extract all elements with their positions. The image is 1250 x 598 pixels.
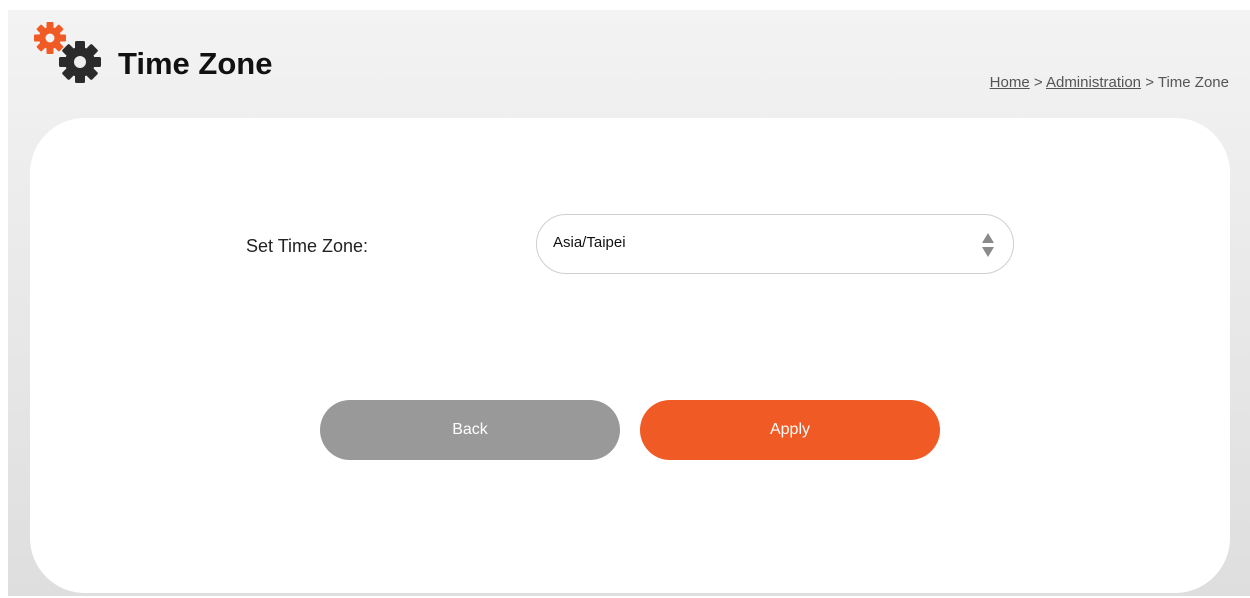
breadcrumb-home-link[interactable]: Home [990, 74, 1030, 91]
breadcrumb-current: Time Zone [1157, 74, 1229, 91]
time-zone-label: Set Time Zone: [246, 236, 369, 256]
gears-icon [30, 16, 110, 86]
breadcrumb-separator: > [1033, 74, 1043, 91]
content-panel: Set Time Zone: Asia/Taipei Back Apply [30, 118, 1230, 593]
time-zone-selected-value: Asia/Taipei [553, 234, 626, 251]
select-arrows-icon [981, 231, 995, 259]
apply-button[interactable]: Apply [640, 400, 940, 460]
breadcrumb: Home > Administration > Time Zone [990, 74, 1229, 91]
breadcrumb-administration-link[interactable]: Administration [1046, 74, 1141, 91]
page-title: Time Zone [118, 46, 273, 81]
back-button[interactable]: Back [320, 400, 620, 460]
time-zone-select[interactable]: Asia/Taipei [536, 214, 1014, 274]
breadcrumb-separator: > [1145, 74, 1154, 91]
page-frame: Time Zone Home > Administration > Time Z… [8, 10, 1250, 596]
